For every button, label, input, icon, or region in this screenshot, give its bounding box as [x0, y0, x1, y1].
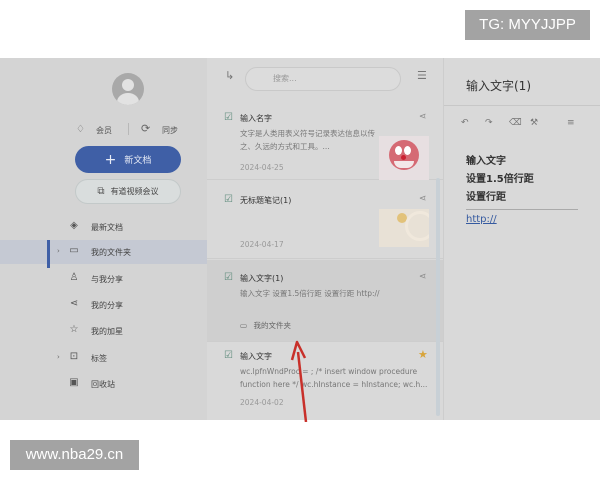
search-input[interactable]: 搜索...	[245, 67, 401, 91]
sync-link[interactable]: 同步	[162, 125, 178, 136]
scrollbar[interactable]	[436, 178, 440, 416]
more-format-icon[interactable]: ≡	[567, 118, 575, 128]
editor-body[interactable]: 输入文字 设置1.5倍行距 设置行距 http://	[466, 153, 581, 225]
tag-icon: ⊡	[69, 351, 79, 362]
list-item[interactable]: ☑ 输入名字 ⋖ 文字是人类用表义符号记录表达信息以传之、久远的方式和工具。..…	[207, 102, 443, 180]
trash-icon: ▣	[69, 377, 79, 388]
editor-link[interactable]: http://	[466, 214, 581, 225]
sidebar-item-my-shares[interactable]: ⋖ 我的分享	[0, 293, 207, 317]
card-snippet: 文字是人类用表义符号记录表达信息以传之、久远的方式和工具。...	[240, 129, 375, 151]
expand-arrow-icon[interactable]: ›	[57, 353, 60, 361]
sidebar-item-my-folders[interactable]: › ▭ 我的文件夹	[0, 240, 207, 268]
card-title: 输入文字	[240, 352, 272, 361]
thumbnail-eye	[404, 146, 411, 155]
card-snippet: wc.lpfnWndProc = ; /* insert window proc…	[240, 367, 428, 389]
sync-icon[interactable]: ⟳	[141, 122, 150, 135]
doraemon-thumbnail	[379, 136, 429, 180]
sidebar-item-recent[interactable]: ◈ 最新文档	[0, 215, 207, 239]
share-icon: ⋖	[69, 298, 79, 309]
vip-link[interactable]: 会员	[96, 125, 112, 136]
editor-pane: 输入文字(1) ↶ ↷ ⌫ ⚒ ≡ 输入文字 设置1.5倍行距 设置行距 htt…	[443, 58, 600, 420]
editor-line: 设置1.5倍行距	[466, 174, 534, 185]
share-icon[interactable]: ⋖	[419, 194, 427, 204]
video-meeting-label: 有道视频会议	[110, 187, 159, 196]
new-document-label: 新文档	[124, 156, 152, 166]
plus-icon: +	[104, 151, 117, 168]
share-icon[interactable]: ⋖	[419, 112, 427, 122]
diamond-icon[interactable]: ♢	[76, 124, 85, 135]
card-date: 2024-04-02	[240, 398, 284, 407]
starred-icon[interactable]: ★	[418, 348, 428, 361]
thumbnail-nose	[401, 155, 406, 160]
watermark-site: www.nba29.cn	[10, 440, 139, 470]
card-snippet: 输入文字 设置1.5倍行距 设置行距 http://	[240, 289, 380, 298]
format-painter-icon[interactable]: ⚒	[530, 118, 538, 128]
card-folder-label: 我的文件夹	[253, 321, 291, 330]
sidebar-item-label: 最新文档	[91, 223, 123, 232]
editor-line: 设置行距	[466, 192, 506, 203]
redo-icon[interactable]: ↷	[485, 118, 493, 128]
new-document-button[interactable]: + 新文档	[75, 146, 181, 173]
app-window: ♢ 会员 ⟳ 同步 + 新文档 ⧉ 有道视频会议 ◈ 最新文档 › ▭ 我的文件…	[0, 58, 600, 420]
note-icon: ☑	[224, 112, 233, 123]
avatar[interactable]	[112, 73, 144, 105]
video-camera-icon: ⧉	[97, 186, 105, 197]
user-row: ♢ 会员 ⟳ 同步	[0, 122, 207, 138]
avatar-head	[122, 79, 134, 91]
divider	[444, 105, 600, 106]
note-icon: ☑	[224, 272, 233, 283]
sidebar-item-trash[interactable]: ▣ 回收站	[0, 372, 207, 396]
undo-icon[interactable]: ↶	[461, 118, 469, 128]
card-title: 输入文字(1)	[240, 274, 284, 283]
sort-icon[interactable]: ↳	[225, 69, 234, 82]
card-title: 输入名字	[240, 114, 272, 123]
editor-toolbar: ↶ ↷ ⌫ ⚒ ≡	[444, 118, 600, 134]
card-date: 2024-04-25	[240, 163, 284, 172]
sidebar-item-label: 我的分享	[91, 301, 123, 310]
thumbnail-eye	[395, 146, 402, 155]
document-title[interactable]: 输入文字(1)	[466, 77, 531, 94]
expand-arrow-icon[interactable]: ›	[57, 247, 60, 255]
editor-line: 输入文字	[466, 156, 506, 167]
share-icon[interactable]: ⋖	[419, 272, 427, 282]
avatar-body	[117, 93, 139, 105]
video-meeting-button[interactable]: ⧉ 有道视频会议	[75, 179, 181, 204]
card-date: 2024-04-17	[240, 240, 284, 249]
sketch-thumbnail	[379, 209, 429, 247]
sidebar-item-label: 标签	[91, 354, 107, 363]
thumbnail-ring	[405, 211, 429, 241]
folder-icon: ▭	[240, 321, 248, 330]
list-item[interactable]: ☑ 无标题笔记(1) ⋖ 2024-04-17	[207, 181, 443, 259]
list-view-icon[interactable]: ☰	[417, 69, 427, 82]
folder-icon: ▭	[69, 245, 79, 256]
sidebar-item-label: 回收站	[91, 380, 115, 389]
sidebar-item-tags[interactable]: › ⊡ 标签	[0, 346, 207, 370]
users-icon: ♙	[69, 272, 79, 283]
list-item[interactable]: ☑ 输入文字 ★ wc.lpfnWndProc = ; /* insert wi…	[207, 343, 443, 420]
card-folder[interactable]: ▭ 我的文件夹	[240, 320, 291, 331]
sidebar-item-label: 与我分享	[91, 275, 123, 284]
document-list: ↳ 搜索... ☰ ☑ 输入名字 ⋖ 文字是人类用表义符号记录表达信息以传之、久…	[207, 58, 443, 420]
note-icon: ☑	[224, 350, 233, 361]
watermark-tg: TG: MYYJJPP	[465, 10, 590, 40]
divider	[128, 123, 129, 135]
sidebar-item-starred[interactable]: ☆ 我的加星	[0, 319, 207, 343]
sidebar: ♢ 会员 ⟳ 同步 + 新文档 ⧉ 有道视频会议 ◈ 最新文档 › ▭ 我的文件…	[0, 58, 207, 420]
list-item-selected[interactable]: ☑ 输入文字(1) ⋖ 输入文字 设置1.5倍行距 设置行距 http:// ▭…	[207, 260, 443, 342]
card-title: 无标题笔记(1)	[240, 196, 292, 205]
sidebar-item-label: 我的文件夹	[91, 248, 131, 257]
star-icon: ☆	[69, 324, 79, 335]
sidebar-item-label: 我的加星	[91, 327, 123, 336]
horizontal-rule	[466, 209, 578, 210]
note-icon: ☑	[224, 194, 233, 205]
sidebar-item-shared-with-me[interactable]: ♙ 与我分享	[0, 267, 207, 291]
clock-stack-icon: ◈	[70, 220, 78, 231]
eraser-icon[interactable]: ⌫	[509, 118, 522, 128]
